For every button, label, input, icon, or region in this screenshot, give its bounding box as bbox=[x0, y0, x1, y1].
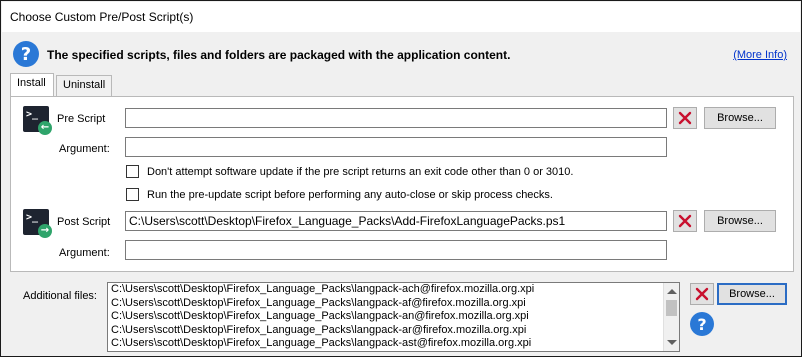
scroll-up-arrow-icon[interactable] bbox=[667, 289, 677, 294]
tab-uninstall[interactable]: Uninstall bbox=[56, 75, 112, 96]
scroll-thumb[interactable] bbox=[666, 300, 677, 316]
post-script-label: Post Script bbox=[57, 216, 111, 228]
option-run-before-checks-row: Run the pre-update script before perform… bbox=[126, 188, 553, 201]
option-run-before-checks-label: Run the pre-update script before perform… bbox=[147, 188, 553, 201]
list-item[interactable]: C:\Users\scott\Desktop\Firefox_Language_… bbox=[108, 337, 679, 351]
option-skip-update-checkbox[interactable] bbox=[126, 165, 139, 178]
pre-script-label: Pre Script bbox=[57, 113, 106, 125]
powershell-script-icon: >_ ← bbox=[23, 106, 52, 135]
post-script-argument-label: Argument: bbox=[59, 247, 110, 259]
option-run-before-checks-checkbox[interactable] bbox=[126, 188, 139, 201]
clear-pre-script-button[interactable] bbox=[673, 107, 697, 129]
option-skip-update-label: Don't attempt software update if the pre… bbox=[147, 165, 574, 178]
more-info-link[interactable]: (More Info) bbox=[733, 49, 787, 61]
red-x-icon bbox=[695, 287, 709, 301]
list-item[interactable]: C:\Users\scott\Desktop\Firefox_Language_… bbox=[108, 310, 679, 324]
post-script-argument-input[interactable] bbox=[125, 240, 667, 260]
option-skip-update-row: Don't attempt software update if the pre… bbox=[126, 165, 573, 178]
pre-script-argument-input[interactable] bbox=[125, 137, 667, 157]
additional-files-label: Additional files: bbox=[23, 290, 97, 302]
tab-install[interactable]: Install bbox=[10, 73, 54, 96]
install-panel: >_ ← Pre Script Browse... Argument: Don'… bbox=[10, 96, 794, 272]
pre-script-browse-button[interactable]: Browse... bbox=[704, 107, 776, 129]
title-bar: Choose Custom Pre/Post Script(s) bbox=[2, 2, 800, 32]
help-icon: ? bbox=[13, 41, 39, 67]
dialog-window: Choose Custom Pre/Post Script(s) ? The s… bbox=[0, 0, 802, 357]
files-scrollbar[interactable] bbox=[663, 283, 679, 351]
additional-files-list[interactable]: C:\Users\scott\Desktop\Firefox_Language_… bbox=[107, 282, 680, 352]
pre-script-argument-label: Argument: bbox=[59, 143, 110, 155]
scroll-down-arrow-icon[interactable] bbox=[667, 340, 677, 345]
arrow-left-icon: ← bbox=[38, 121, 52, 135]
arrow-right-icon: → bbox=[38, 224, 52, 238]
help-icon[interactable]: ? bbox=[690, 312, 714, 336]
red-x-icon bbox=[678, 214, 692, 228]
window-title: Choose Custom Pre/Post Script(s) bbox=[10, 10, 194, 24]
powershell-script-icon: >_ → bbox=[23, 209, 52, 238]
list-item[interactable]: C:\Users\scott\Desktop\Firefox_Language_… bbox=[108, 324, 679, 338]
clear-additional-files-button[interactable] bbox=[690, 283, 714, 305]
info-message: The specified scripts, files and folders… bbox=[47, 48, 511, 62]
pre-script-input[interactable] bbox=[125, 108, 667, 128]
red-x-icon bbox=[678, 111, 692, 125]
clear-post-script-button[interactable] bbox=[673, 210, 697, 232]
list-item[interactable]: C:\Users\scott\Desktop\Firefox_Language_… bbox=[108, 297, 679, 311]
post-script-input[interactable]: C:\Users\scott\Desktop\Firefox_Language_… bbox=[125, 211, 667, 231]
additional-files-browse-button[interactable]: Browse... bbox=[717, 283, 787, 305]
post-script-browse-button[interactable]: Browse... bbox=[704, 210, 776, 232]
info-bar: ? The specified scripts, files and folde… bbox=[2, 32, 800, 72]
list-item[interactable]: C:\Users\scott\Desktop\Firefox_Language_… bbox=[108, 283, 679, 297]
